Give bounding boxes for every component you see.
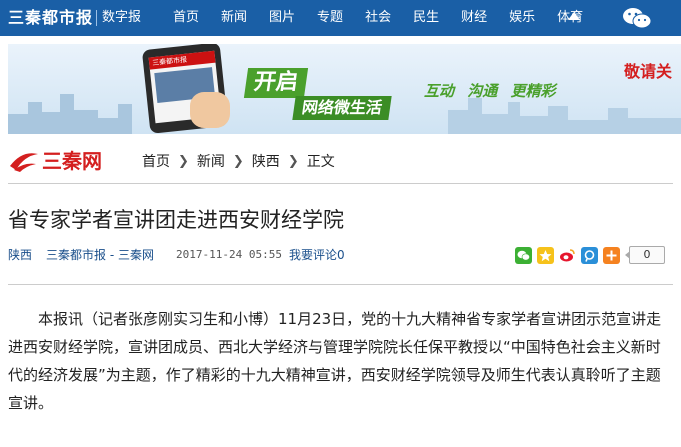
digital-edition-link[interactable]: 数字报 [102,9,141,27]
chevron-right-icon: ❯ [232,153,244,169]
more-share-icon[interactable] [603,246,620,264]
banner-tags: 互动 沟通 更精彩 [424,80,564,101]
wechat-share-icon[interactable] [515,246,532,264]
nav-item-society[interactable]: 社会 [354,0,402,36]
breadcrumb: 首页 ❯ 新闻 ❯ 陕西 ❯ 正文 [142,151,335,171]
top-nav-bar: 三秦都市报 数字报 首页 新闻 图片 专题 社会 民生 财经 娱乐 体育 [0,0,681,36]
nav-item-livelihood[interactable]: 民生 [402,0,450,36]
breadcrumb-current: 正文 [306,154,335,170]
share-bar: 0 [515,246,665,264]
nav-item-home[interactable]: 首页 [162,0,210,36]
banner-subheadline: 网络微生活 [292,96,392,120]
site-logo[interactable]: 三秦网 [8,146,102,176]
divider [96,10,97,26]
source-link[interactable]: 三秦都市报 - 三秦网 [46,247,154,263]
nav-item-photos[interactable]: 图片 [258,0,306,36]
comment-link[interactable]: 我要评论0 [289,247,345,263]
article-title: 省专家学者宣讲团走进西安财经学院 [8,208,344,232]
weibo-share-icon[interactable] [559,246,576,264]
divider [8,284,673,285]
qzone-share-icon[interactable] [537,246,554,264]
wechat-icon[interactable] [622,7,652,29]
publish-date: 2017-11-24 05:55 [176,248,282,261]
hand-image [190,92,230,128]
nav-item-topics[interactable]: 专题 [306,0,354,36]
banner-headline: 开启 [243,68,309,98]
channel-link[interactable]: 陕西 [8,248,32,262]
banner-tag: 更精彩 [510,82,556,100]
triangle-up-icon[interactable] [568,12,580,20]
article-meta: 陕西 三秦都市报 - 三秦网 2017-11-24 05:55 我要评论0 [8,247,345,263]
nav-item-finance[interactable]: 财经 [450,0,498,36]
chevron-right-icon: ❯ [178,153,189,169]
breadcrumb-shaanxi[interactable]: 陕西 [252,151,280,171]
divider [8,183,673,184]
nav-item-news[interactable]: 新闻 [210,0,258,36]
nav-item-entertainment[interactable]: 娱乐 [498,0,546,36]
site-name: 三秦网 [42,149,102,173]
chevron-right-icon: ❯ [287,153,299,169]
banner-tag: 互动 [424,82,455,100]
banner-cta: 敬请关 [624,62,673,81]
site-logo-icon [10,153,38,172]
main-nav: 首页 新闻 图片 专题 社会 民生 财经 娱乐 体育 [162,0,594,36]
breadcrumb-news[interactable]: 新闻 [197,151,225,171]
newspaper-logo[interactable]: 三秦都市报 [8,6,93,30]
banner-tag: 沟通 [467,82,498,100]
promo-banner[interactable]: 三秦都市报 开启 网络微生活 互动 沟通 更精彩 敬请关 [8,44,681,134]
breadcrumb-home[interactable]: 首页 [142,151,170,171]
tencent-share-icon[interactable] [581,246,598,264]
article-body: 本报讯（记者张彦刚实习生和小博）11月23日，党的十九大精神省专家学者宣讲团示范… [8,310,662,412]
share-count: 0 [625,246,665,264]
